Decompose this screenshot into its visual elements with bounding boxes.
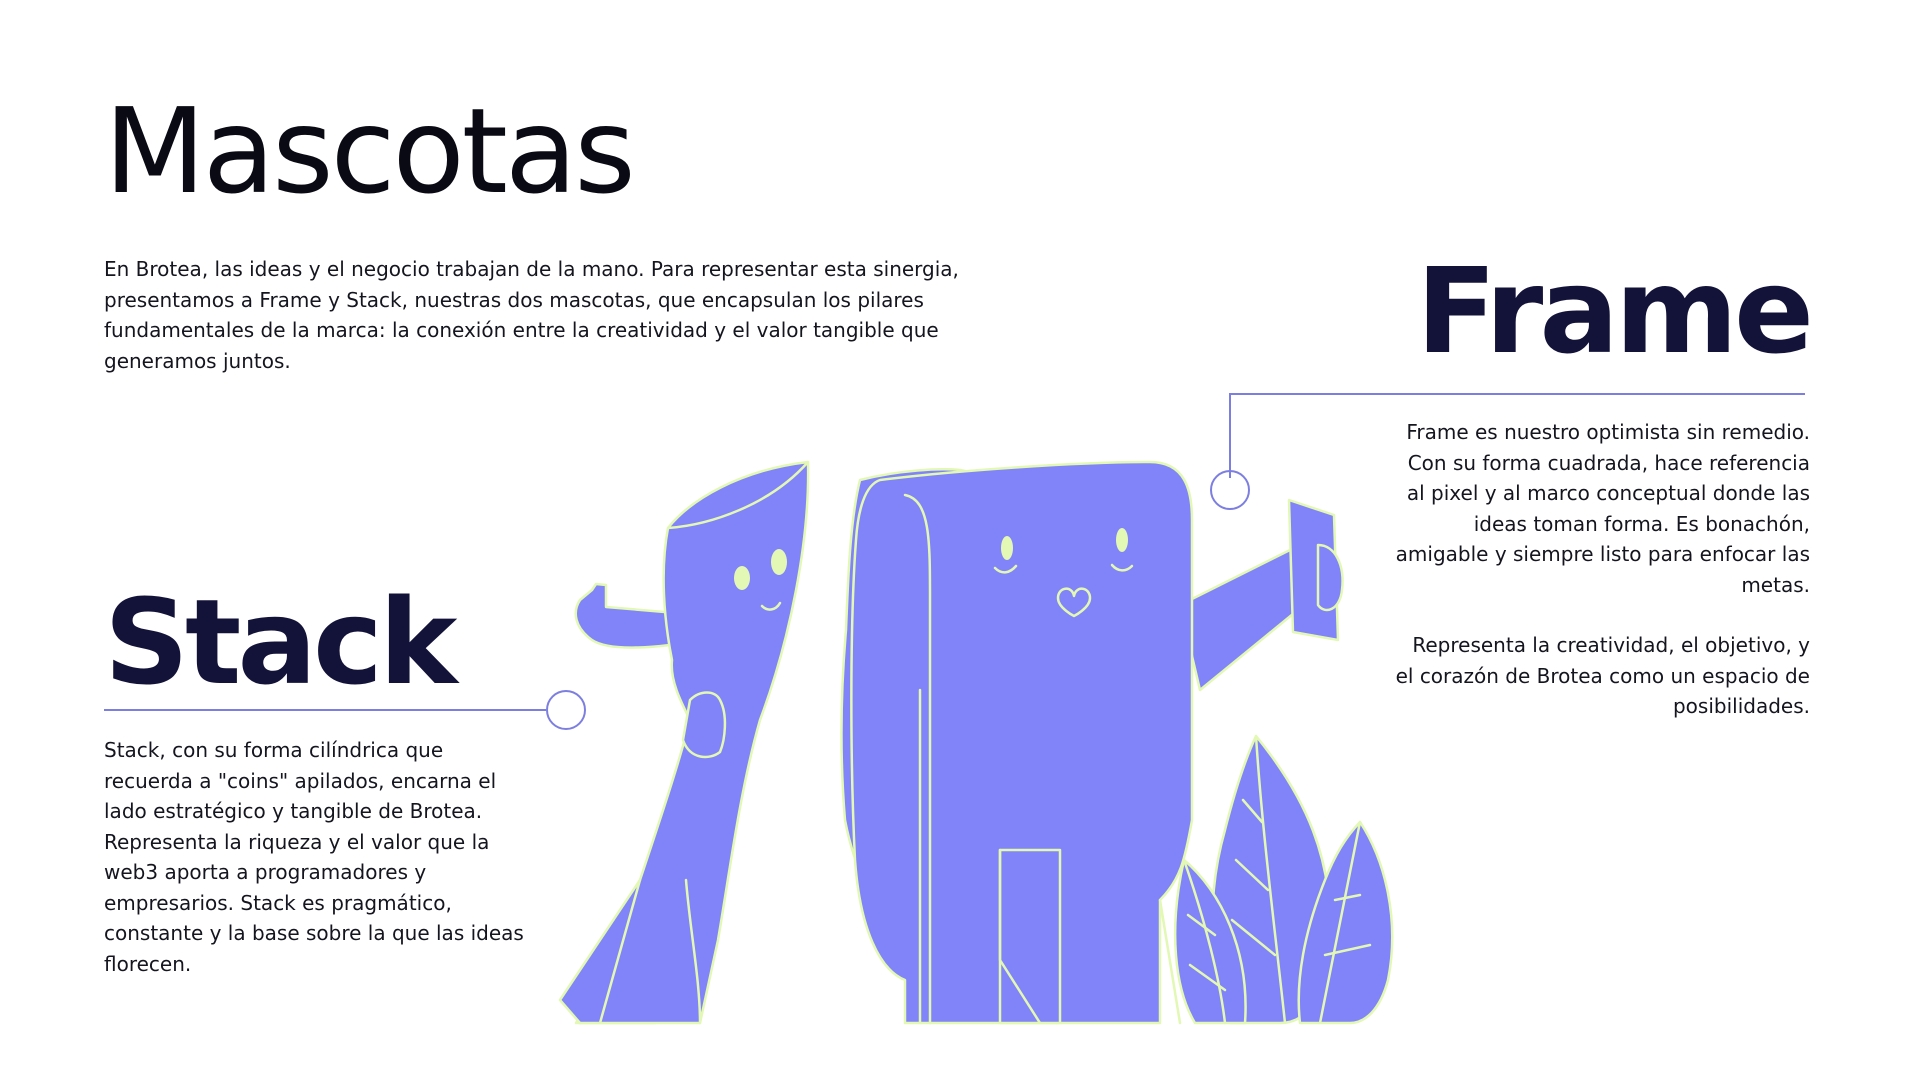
stack-connector — [104, 690, 586, 730]
leaves-illustration — [1173, 734, 1394, 1025]
stack-mascot-illustration — [558, 460, 810, 1025]
frame-connector — [1210, 393, 1805, 510]
mascots-illustration — [104, 393, 1805, 1025]
